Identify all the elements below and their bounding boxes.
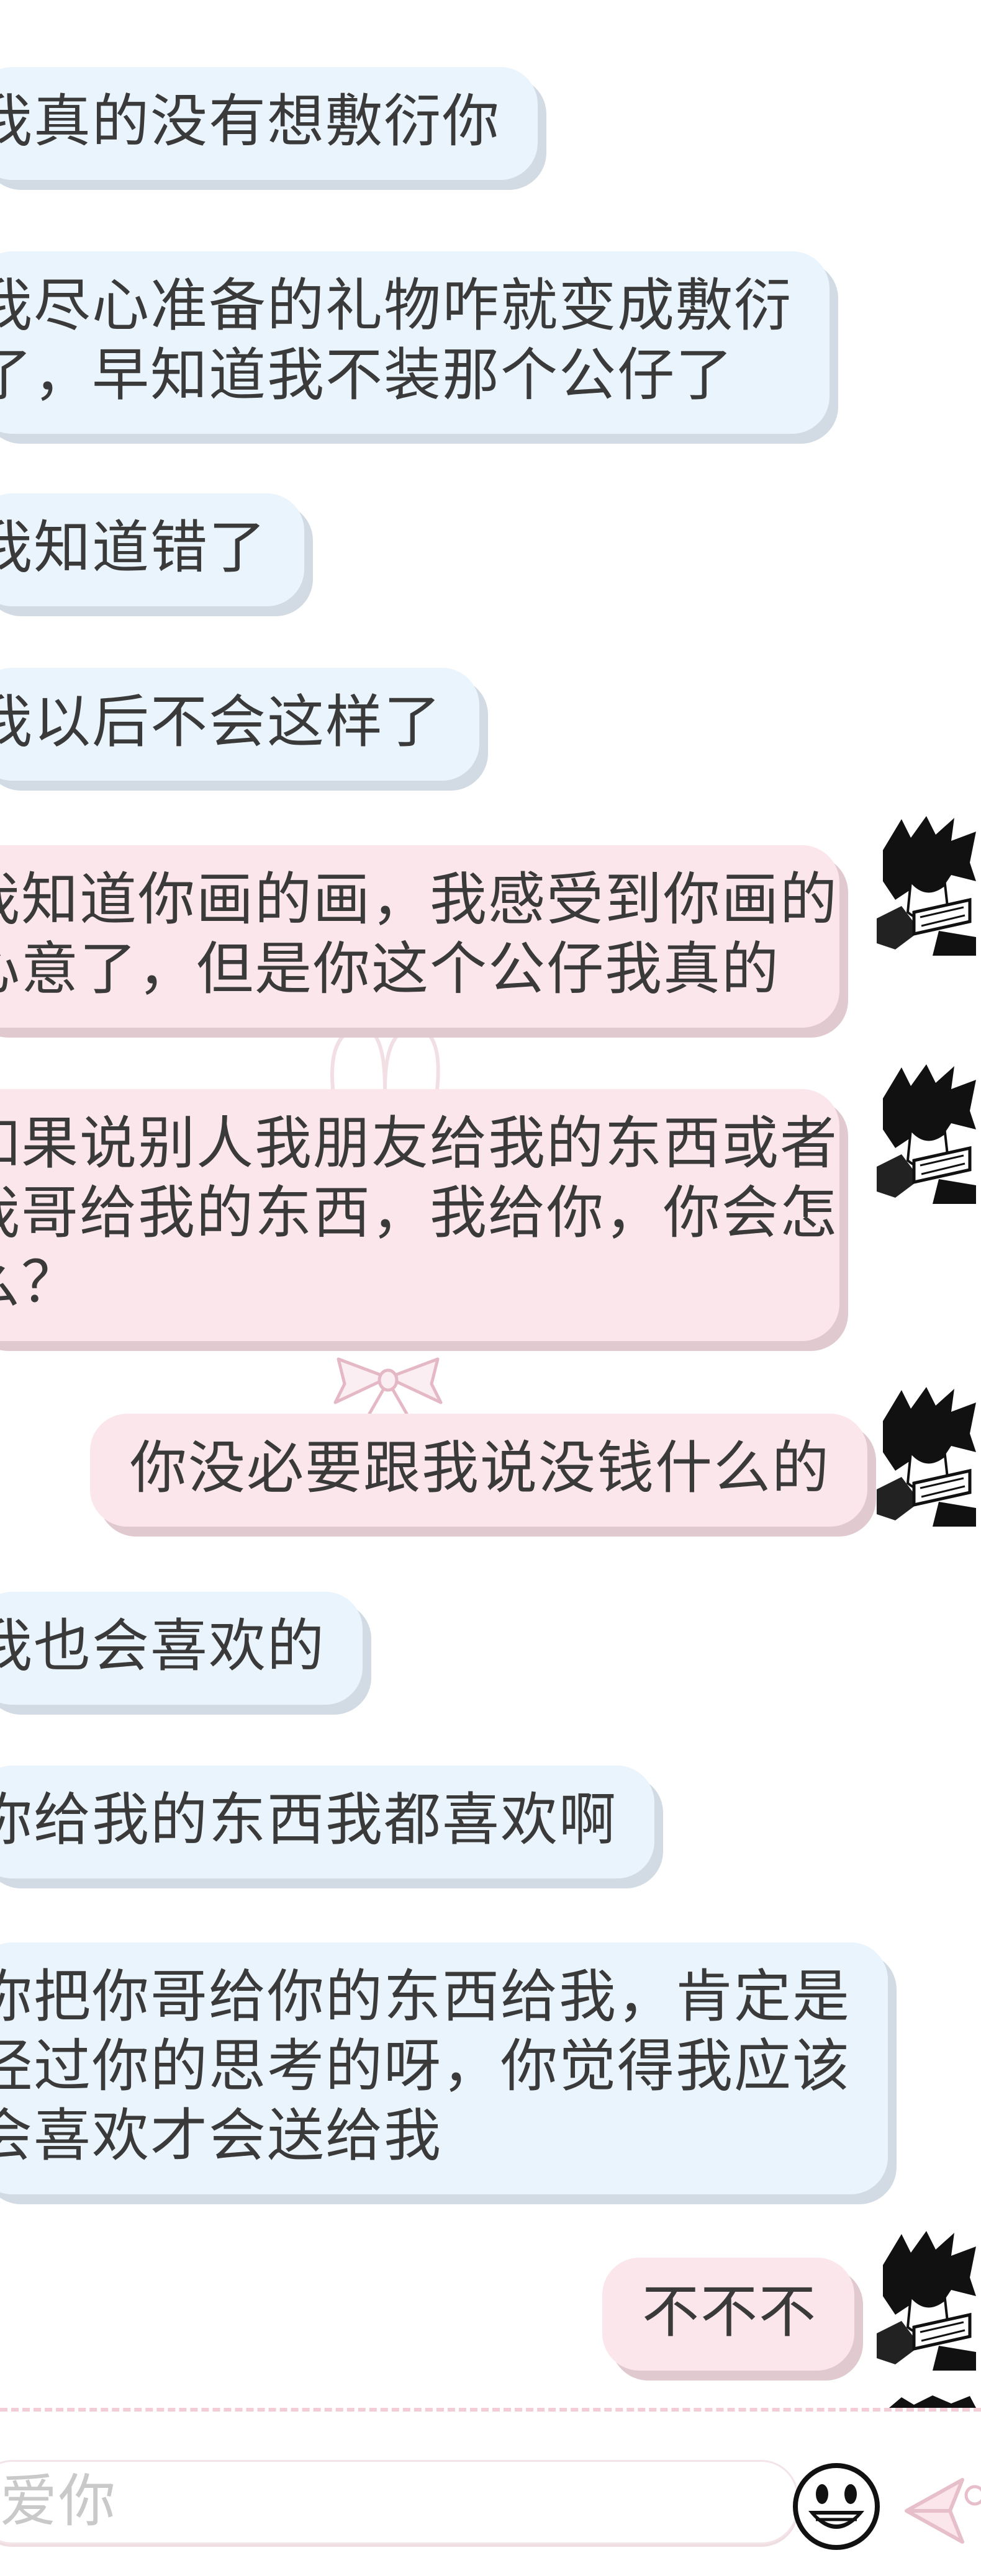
- message-bubble-received: 你把你哥给你的东西给我，肯定是 经过你的思考的呀，你觉得我应该 会喜欢才会送给我: [0, 1942, 888, 2194]
- send-arrow-icon[interactable]: [882, 2471, 981, 2551]
- manga-avatar-icon: [877, 2392, 976, 2408]
- message-text: 会喜欢才会送给我: [0, 2103, 443, 2169]
- message-bubble-sent: 不不不: [602, 2258, 855, 2371]
- message-bubble-received: 我真的没有想敷衍你: [0, 67, 538, 180]
- message-text: 么？: [0, 1249, 80, 1316]
- message-text: 你没必要跟我说没钱什么的: [130, 1435, 831, 1501]
- message-bubble-received: 我也会喜欢的: [0, 1592, 363, 1705]
- message-bubble-received: 我知道错了: [0, 493, 305, 606]
- grin-emoji-icon[interactable]: [790, 2460, 883, 2553]
- message-bubble-sent: 如果说别人我朋友给我的东西或者 我哥给我的东西，我给你，你会怎 么？: [0, 1089, 839, 1341]
- message-text: 经过你的思考的呀，你觉得我应该: [0, 2033, 851, 2099]
- message-text: 了，早知道我不装那个公仔了: [0, 342, 735, 408]
- message-bubble-sent: 我知道你画的画，我感受到你画的 心意了，但是你这个公仔我真的: [0, 845, 839, 1028]
- avatar[interactable]: [877, 2392, 976, 2408]
- message-text: 我知道错了: [0, 514, 268, 581]
- message-text: 我哥给我的东西，我给你，你会怎: [0, 1180, 839, 1246]
- manga-avatar-icon: [877, 2228, 976, 2371]
- avatar[interactable]: [877, 1384, 976, 1527]
- message-bubble-sent: 你没必要跟我说没钱什么的: [90, 1414, 868, 1527]
- chat-history: 我真的没有想敷衍你 我尽心准备的礼物咋就变成敷衍 了，早知道我不装那个公仔了 我…: [0, 0, 981, 2408]
- message-bubble-received: 我尽心准备的礼物咋就变成敷衍 了，早知道我不装那个公仔了: [0, 251, 830, 434]
- manga-avatar-icon: [877, 1384, 976, 1527]
- message-text: 你给我的东西我都喜欢啊: [0, 1787, 618, 1853]
- avatar[interactable]: [877, 2228, 976, 2371]
- message-text: 心意了，但是你这个公仔我真的: [0, 936, 780, 1002]
- message-text: 我以后不会这样了: [0, 689, 443, 755]
- message-text: 我尽心准备的礼物咋就变成敷衍: [0, 272, 793, 339]
- message-bubble-received: 我以后不会这样了: [0, 668, 480, 781]
- manga-avatar-icon: [877, 1061, 976, 1204]
- message-text: 你把你哥给你的东西给我，肯定是: [0, 1963, 851, 2030]
- message-composer: 爱你: [0, 2408, 981, 2576]
- manga-avatar-icon: [877, 813, 976, 956]
- message-text: 不不不: [642, 2279, 818, 2345]
- message-input[interactable]: [0, 2460, 798, 2544]
- message-text: 我知道你画的画，我感受到你画的: [0, 866, 839, 933]
- message-text: 我真的没有想敷衍你: [0, 88, 501, 155]
- avatar[interactable]: [877, 813, 976, 956]
- avatar[interactable]: [877, 1061, 976, 1204]
- message-text: 我也会喜欢的: [0, 1613, 326, 1679]
- message-input-text[interactable]: 爱你: [0, 2467, 117, 2536]
- message-bubble-received: 你给我的东西我都喜欢啊: [0, 1766, 655, 1878]
- message-text: 如果说别人我朋友给我的东西或者: [0, 1110, 839, 1177]
- bow-ribbon-icon: [333, 1357, 443, 1415]
